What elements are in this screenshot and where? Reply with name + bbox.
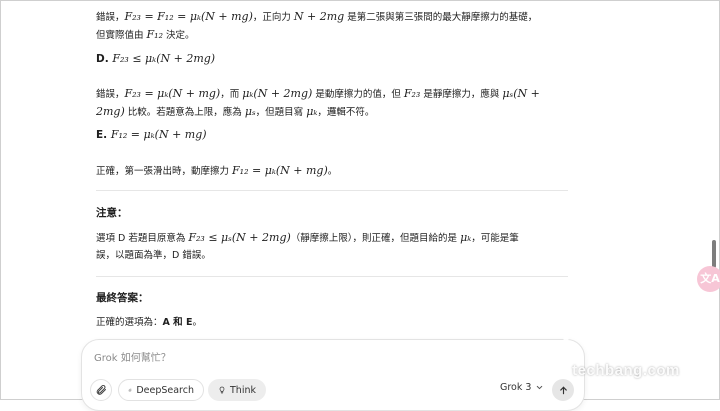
divider xyxy=(96,190,568,191)
answer-line-3: 錯誤，F₂₃ = μₖ(N + mg)，而 μₖ(N + 2mg) 是動摩擦力的… xyxy=(96,87,540,100)
final-answer-heading: 最終答案： xyxy=(96,292,149,304)
paperclip-icon xyxy=(96,385,106,395)
option-e: E. F₁₂ = μₖ(N + mg) xyxy=(96,128,207,141)
send-button[interactable] xyxy=(552,379,574,401)
divider xyxy=(96,276,568,277)
composer: DeepSearch Think Grok 3 xyxy=(81,339,585,411)
model-selector[interactable]: Grok 3 xyxy=(500,382,544,393)
note-heading: 注意： xyxy=(96,207,128,219)
deepsearch-button[interactable]: DeepSearch xyxy=(118,379,204,401)
option-d: D. F₂₃ ≤ μₖ(N + 2mg) xyxy=(96,52,216,65)
prompt-input[interactable] xyxy=(94,350,564,366)
answer-line-4: 2mg) 比較。若題意為上限，應為 μₛ，但題目寫 μₖ，邏輯不符。 xyxy=(96,105,375,118)
chevron-down-icon xyxy=(537,385,543,390)
note-line-2: 誤，以題面為準，D 錯誤。 xyxy=(96,250,211,261)
lightbulb-icon xyxy=(219,386,225,394)
deepsearch-icon xyxy=(128,388,132,392)
note-line-1: 選項 D 若題目原意為 F₂₃ ≤ μₛ(N + 2mg)（靜摩擦上限），則正確… xyxy=(96,231,519,244)
final-answer-line: 正確的選項為：A 和 E。 xyxy=(96,317,202,328)
arrow-up-icon xyxy=(559,385,567,394)
answer-line-2: 但實際值由 F₁₂ 決定。 xyxy=(96,28,195,41)
translate-bubble[interactable]: 文A xyxy=(697,266,720,292)
watermark-text: techbang.com xyxy=(572,362,680,379)
scrollbar-thumb[interactable] xyxy=(712,240,716,268)
answer-line-5: 正確，第一張滑出時，動摩擦力 F₁₂ = μₖ(N + mg)。 xyxy=(96,164,338,177)
think-button[interactable]: Think xyxy=(208,379,266,401)
answer-line-1: 錯誤，F₂₃ = F₁₂ = μₖ(N + mg)，正向力 N + 2mg 是第… xyxy=(96,10,538,23)
watermark: techbang.com xyxy=(538,312,714,382)
attach-button[interactable] xyxy=(90,379,112,401)
techbang-logo-icon xyxy=(543,317,705,357)
